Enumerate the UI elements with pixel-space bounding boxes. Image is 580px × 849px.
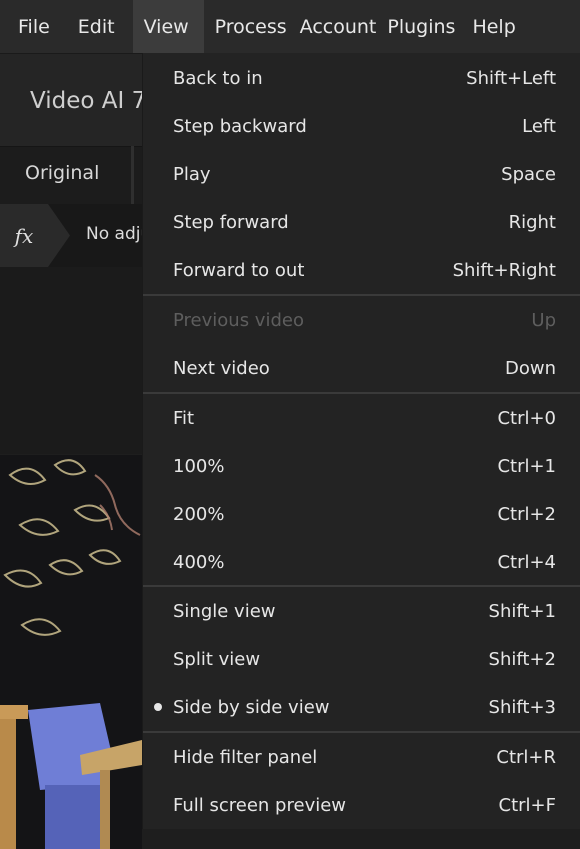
menu-item-zoom-200[interactable]: 200% Ctrl+2 [143, 490, 580, 538]
menu-item-shortcut: Left [522, 115, 556, 137]
preview-empty-area [0, 267, 142, 454]
menu-item-shortcut: Up [531, 309, 556, 331]
fx-button[interactable]: fx [0, 204, 48, 267]
menu-item-label: Previous video [173, 309, 304, 331]
menu-item-shortcut: Down [504, 357, 556, 379]
menu-item-label: 200% [173, 503, 225, 525]
menu-item-shortcut: Ctrl+2 [497, 503, 556, 525]
menu-item-label: 100% [173, 455, 225, 477]
menu-item-shortcut: Shift+2 [488, 648, 556, 670]
menu-item-label: Fit [173, 407, 195, 429]
menu-item-zoom-100[interactable]: 100% Ctrl+1 [143, 442, 580, 490]
menu-item-zoom-400[interactable]: 400% Ctrl+4 [143, 538, 580, 586]
menu-item-step-forward[interactable]: Step forward Right [143, 198, 580, 246]
menu-item-label: Step backward [173, 115, 307, 137]
menu-item-label: Split view [173, 648, 261, 670]
menu-process[interactable]: Process [204, 0, 297, 53]
menu-item-label: Side by side view [173, 696, 330, 718]
menu-item-previous-video: Previous video Up [143, 296, 580, 344]
menu-item-shortcut: Shift+Right [452, 259, 556, 281]
menu-item-shortcut: Space [501, 163, 556, 185]
menu-item-side-by-side-view[interactable]: Side by side view Shift+3 [143, 683, 580, 731]
menu-item-shortcut: Ctrl+4 [497, 551, 556, 573]
menu-edit[interactable]: Edit [70, 0, 133, 53]
app-title: Video AI 7 [30, 88, 147, 114]
fx-icon: fx [14, 223, 34, 248]
menu-item-label: Single view [173, 600, 276, 622]
view-menu-dropdown: Back to in Shift+Left Step backward Left… [142, 53, 580, 829]
menu-item-label: Step forward [173, 211, 289, 233]
menu-item-shortcut: Ctrl+F [498, 794, 556, 816]
menu-item-shortcut: Shift+Left [466, 67, 556, 89]
video-preview[interactable] [0, 455, 142, 849]
menu-item-split-view[interactable]: Split view Shift+2 [143, 635, 580, 683]
menu-item-label: 400% [173, 551, 225, 573]
menu-file[interactable]: File [0, 0, 70, 53]
menu-item-step-backward[interactable]: Step backward Left [143, 102, 580, 150]
menu-item-shortcut: Ctrl+0 [497, 407, 556, 429]
menu-item-single-view[interactable]: Single view Shift+1 [143, 587, 580, 635]
menu-view[interactable]: View [132, 0, 204, 53]
menu-item-forward-to-out[interactable]: Forward to out Shift+Right [143, 246, 580, 294]
menu-item-shortcut: Ctrl+R [496, 746, 556, 768]
video-frame-image [0, 455, 142, 849]
menu-item-next-video[interactable]: Next video Down [143, 344, 580, 392]
menu-item-shortcut: Shift+3 [488, 696, 556, 718]
menu-plugins[interactable]: Plugins [387, 0, 466, 53]
menu-item-label: Full screen preview [173, 794, 347, 816]
menu-help[interactable]: Help [466, 0, 515, 53]
menu-account[interactable]: Account [297, 0, 388, 53]
menu-item-label: Forward to out [173, 259, 305, 281]
tab-original[interactable]: Original [0, 146, 134, 204]
menu-item-play[interactable]: Play Space [143, 150, 580, 198]
menu-item-label: Back to in [173, 67, 263, 89]
tab-original-label: Original [25, 162, 100, 184]
menu-item-label: Play [173, 163, 211, 185]
menu-item-fit[interactable]: Fit Ctrl+0 [143, 394, 580, 442]
menu-item-hide-filter-panel[interactable]: Hide filter panel Ctrl+R [143, 733, 580, 781]
menu-bar: File Edit View Process Account Plugins H… [0, 0, 580, 54]
breadcrumb-arrow-icon [48, 204, 70, 267]
menu-item-label: Hide filter panel [173, 746, 318, 768]
menu-item-back-to-in[interactable]: Back to in Shift+Left [143, 54, 580, 102]
menu-item-shortcut: Ctrl+1 [497, 455, 556, 477]
checked-bullet-icon [154, 703, 162, 711]
menu-item-label: Next video [173, 357, 270, 379]
menu-item-full-screen-preview[interactable]: Full screen preview Ctrl+F [143, 781, 580, 829]
menu-item-shortcut: Shift+1 [488, 600, 556, 622]
menu-item-shortcut: Right [508, 211, 556, 233]
